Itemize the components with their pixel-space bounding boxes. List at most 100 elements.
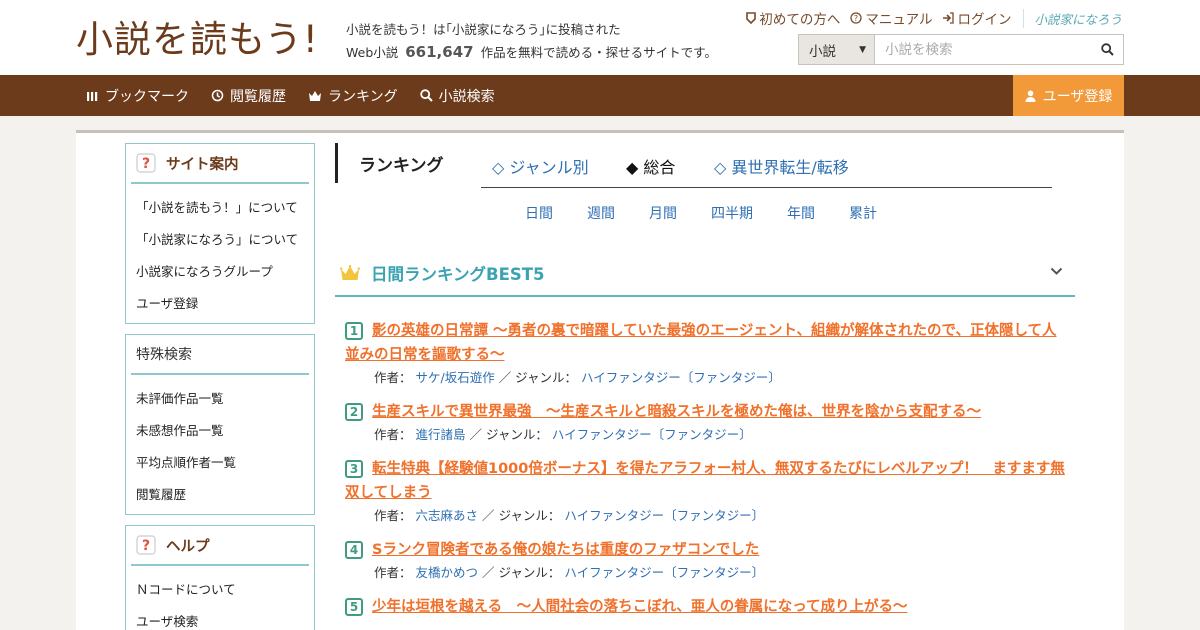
author-link[interactable]: 進行諸島 <box>416 427 466 442</box>
genre-label: ／ ジャンル： <box>482 565 561 580</box>
rank-number: 5 <box>345 598 363 616</box>
search-category-select[interactable]: 小説 ▼ <box>799 35 875 64</box>
sidebar-special-search: 特殊検索 未評価作品一覧 未感想作品一覧 平均点順作者一覧 閲覧履歴 <box>125 334 315 515</box>
daily-best-header[interactable]: 日間ランキングBEST5 <box>335 251 1075 297</box>
rank-number: 2 <box>345 403 363 421</box>
history-icon <box>211 89 224 102</box>
sidebar-site-guide: ? サイト案内 「小説を読もう！」について 「小説家になろう」について 小説家に… <box>125 143 315 324</box>
nav-bookmark-label: ブックマーク <box>105 88 189 105</box>
nav-search-label: 小説検索 <box>438 88 495 105</box>
genre-label: ／ ジャンル： <box>498 370 578 385</box>
question-icon: ? <box>136 153 156 173</box>
search-icon <box>419 89 433 102</box>
period-quarterly[interactable]: 四半期 <box>711 203 753 223</box>
special-search-title: 特殊検索 <box>136 347 192 363</box>
sidebar-item-ncode[interactable]: Ｎコードについて <box>126 574 314 606</box>
novel-meta: 作者： 六志麻あさ ／ ジャンル： ハイファンタジー〔ファンタジー〕 <box>372 505 1065 527</box>
work-count: 661,647 <box>405 43 474 61</box>
sidebar-item-about-yomou[interactable]: 「小説を読もう！」について <box>126 192 314 224</box>
period-weekly[interactable]: 週間 <box>587 203 615 223</box>
login-link[interactable]: ログイン <box>942 8 1011 28</box>
dropdown-arrow-icon: ▼ <box>859 44 866 55</box>
genre-link[interactable]: ハイファンタジー〔ファンタジー〕 <box>552 427 752 442</box>
svg-text:?: ? <box>142 538 150 554</box>
nav-bookmark[interactable]: ブックマーク <box>86 86 189 106</box>
rank-number: 4 <box>345 541 363 559</box>
period-daily[interactable]: 日間 <box>525 203 553 223</box>
author-label: 作者： <box>374 370 412 385</box>
user-icon <box>1025 90 1036 102</box>
period-yearly[interactable]: 年間 <box>787 203 815 223</box>
author-link[interactable]: 友橋かめつ <box>416 565 479 580</box>
genre-link[interactable]: ハイファンタジー〔ファンタジー〕 <box>564 508 764 523</box>
bookmark-icon <box>87 91 98 101</box>
help-heading: ? ヘルプ <box>131 526 309 566</box>
tagline-prefix: Web小説 <box>346 45 399 60</box>
author-link[interactable]: 六志麻あさ <box>416 508 479 523</box>
novel-title-link[interactable]: Sランク冒険者である俺の娘たちは重度のファザコンでした <box>345 538 1065 562</box>
chevron-down-icon[interactable] <box>1050 267 1063 276</box>
novel-title-link[interactable]: 少年は垣根を越える ～人間社会の落ちこぼれ、亜人の眷属になって成り上がる～ <box>345 595 1065 619</box>
daily-best-title: 日間ランキングBEST5 <box>371 265 545 284</box>
main-nav: ブックマーク 閲覧履歴 ランキング 小説検索 ユーザ登録 <box>0 75 1200 116</box>
novel-meta: 作者： 進行諸島 ／ ジャンル： ハイファンタジー〔ファンタジー〕 <box>372 424 1065 446</box>
login-icon <box>943 12 955 24</box>
nav-ranking-label: ランキング <box>328 88 398 105</box>
narou-logo-link[interactable]: 小説家になろう <box>1023 8 1122 28</box>
ranking-item-3: 3 転生特典【経験値1000倍ボーナス】を得たアラフォー村人、無双するたびにレベ… <box>345 457 1065 527</box>
register-button[interactable]: ユーザ登録 <box>1013 75 1124 116</box>
ranking-item-2: 2 生産スキルで異世界最強 ～生産スキルと暗殺スキルを極めた俺は、世界を陰から支… <box>345 400 1065 446</box>
ranking-title: ランキング <box>335 143 444 183</box>
period-total[interactable]: 累計 <box>849 203 877 223</box>
first-time-link[interactable]: 初めての方へ <box>746 8 840 28</box>
svg-text:?: ? <box>854 14 858 23</box>
tab-overall[interactable]: ◆ 総合 <box>626 154 675 178</box>
search-button[interactable] <box>1091 35 1123 64</box>
novel-title-link[interactable]: 生産スキルで異世界最強 ～生産スキルと暗殺スキルを極めた俺は、世界を陰から支配す… <box>345 400 1065 424</box>
header-links: 初めての方へ ? マニュアル ログイン 小説家になろう <box>736 8 1122 28</box>
sidebar-item-average-score[interactable]: 平均点順作者一覧 <box>126 447 314 479</box>
novel-title-link[interactable]: 転生特典【経験値1000倍ボーナス】を得たアラフォー村人、無双するたびにレベルア… <box>345 457 1065 505</box>
sidebar-item-history[interactable]: 閲覧履歴 <box>126 479 314 511</box>
login-label: ログイン <box>957 12 1012 28</box>
tagline-line1: 小説を読もう！は｢小説家になろう｣に投稿された <box>346 22 621 37</box>
novel-meta: 作者： 友橋かめつ ／ ジャンル： ハイファンタジー〔ファンタジー〕 <box>372 562 1065 584</box>
genre-label: ／ ジャンル： <box>469 427 548 442</box>
manual-label: マニュアル <box>865 12 933 28</box>
sidebar-item-unrated[interactable]: 未評価作品一覧 <box>126 383 314 415</box>
author-label: 作者： <box>374 427 412 442</box>
question-circle-icon: ? <box>850 12 863 24</box>
period-monthly[interactable]: 月間 <box>649 203 677 223</box>
sidebar-item-user-search[interactable]: ユーザ検索 <box>126 606 314 630</box>
genre-link[interactable]: ハイファンタジー〔ファンタジー〕 <box>581 370 781 385</box>
crown-icon <box>309 90 321 101</box>
logo-text: 小説を読もう! <box>76 18 319 61</box>
first-time-label: 初めての方へ <box>759 12 841 28</box>
nav-search[interactable]: 小説検索 <box>419 86 495 106</box>
ranking-item-5: 5 少年は垣根を越える ～人間社会の落ちこぼれ、亜人の眷属になって成り上がる～ <box>345 595 1065 619</box>
tab-isekai[interactable]: ◇ 異世界転生/転移 <box>714 154 849 178</box>
novel-title-link[interactable]: 影の英雄の日常譚 ～勇者の裏で暗躍していた最強のエージェント、組織が解体されたの… <box>345 319 1065 367</box>
nav-ranking[interactable]: ランキング <box>308 86 398 106</box>
tab-genre[interactable]: ◇ ジャンル別 <box>492 154 589 178</box>
genre-link[interactable]: ハイファンタジー〔ファンタジー〕 <box>564 565 764 580</box>
author-label: 作者： <box>374 565 412 580</box>
nav-history[interactable]: 閲覧履歴 <box>211 86 286 106</box>
site-logo[interactable]: 小説を読もう! <box>76 12 332 64</box>
badge-icon <box>746 12 757 24</box>
sidebar-item-no-impressions[interactable]: 未感想作品一覧 <box>126 415 314 447</box>
tabs-divider <box>481 187 1052 188</box>
manual-link[interactable]: ? マニュアル <box>850 8 932 28</box>
search-icon <box>1100 43 1114 56</box>
author-link[interactable]: サケ/坂石遊作 <box>416 370 495 385</box>
search-input[interactable] <box>875 35 1091 64</box>
site-header: 小説を読もう! 小説を読もう！は｢小説家になろう｣に投稿された Web小説 66… <box>0 0 1200 75</box>
sidebar-item-narou-group[interactable]: 小説家になろうグループ <box>126 256 314 288</box>
sidebar-item-register[interactable]: ユーザ登録 <box>126 288 314 320</box>
sidebar-item-about-narou[interactable]: 「小説家になろう」について <box>126 224 314 256</box>
rank-number: 1 <box>345 322 363 340</box>
ranking-list: 1 影の英雄の日常譚 ～勇者の裏で暗躍していた最強のエージェント、組織が解体され… <box>345 319 1065 630</box>
site-guide-title: サイト案内 <box>166 156 239 173</box>
ranking-tabs: ランキング ◇ ジャンル別 ◆ 総合 ◇ 異世界転生/転移 <box>335 143 1052 188</box>
site-tagline: 小説を読もう！は｢小説家になろう｣に投稿された Web小説 661,647 作品… <box>346 18 717 64</box>
